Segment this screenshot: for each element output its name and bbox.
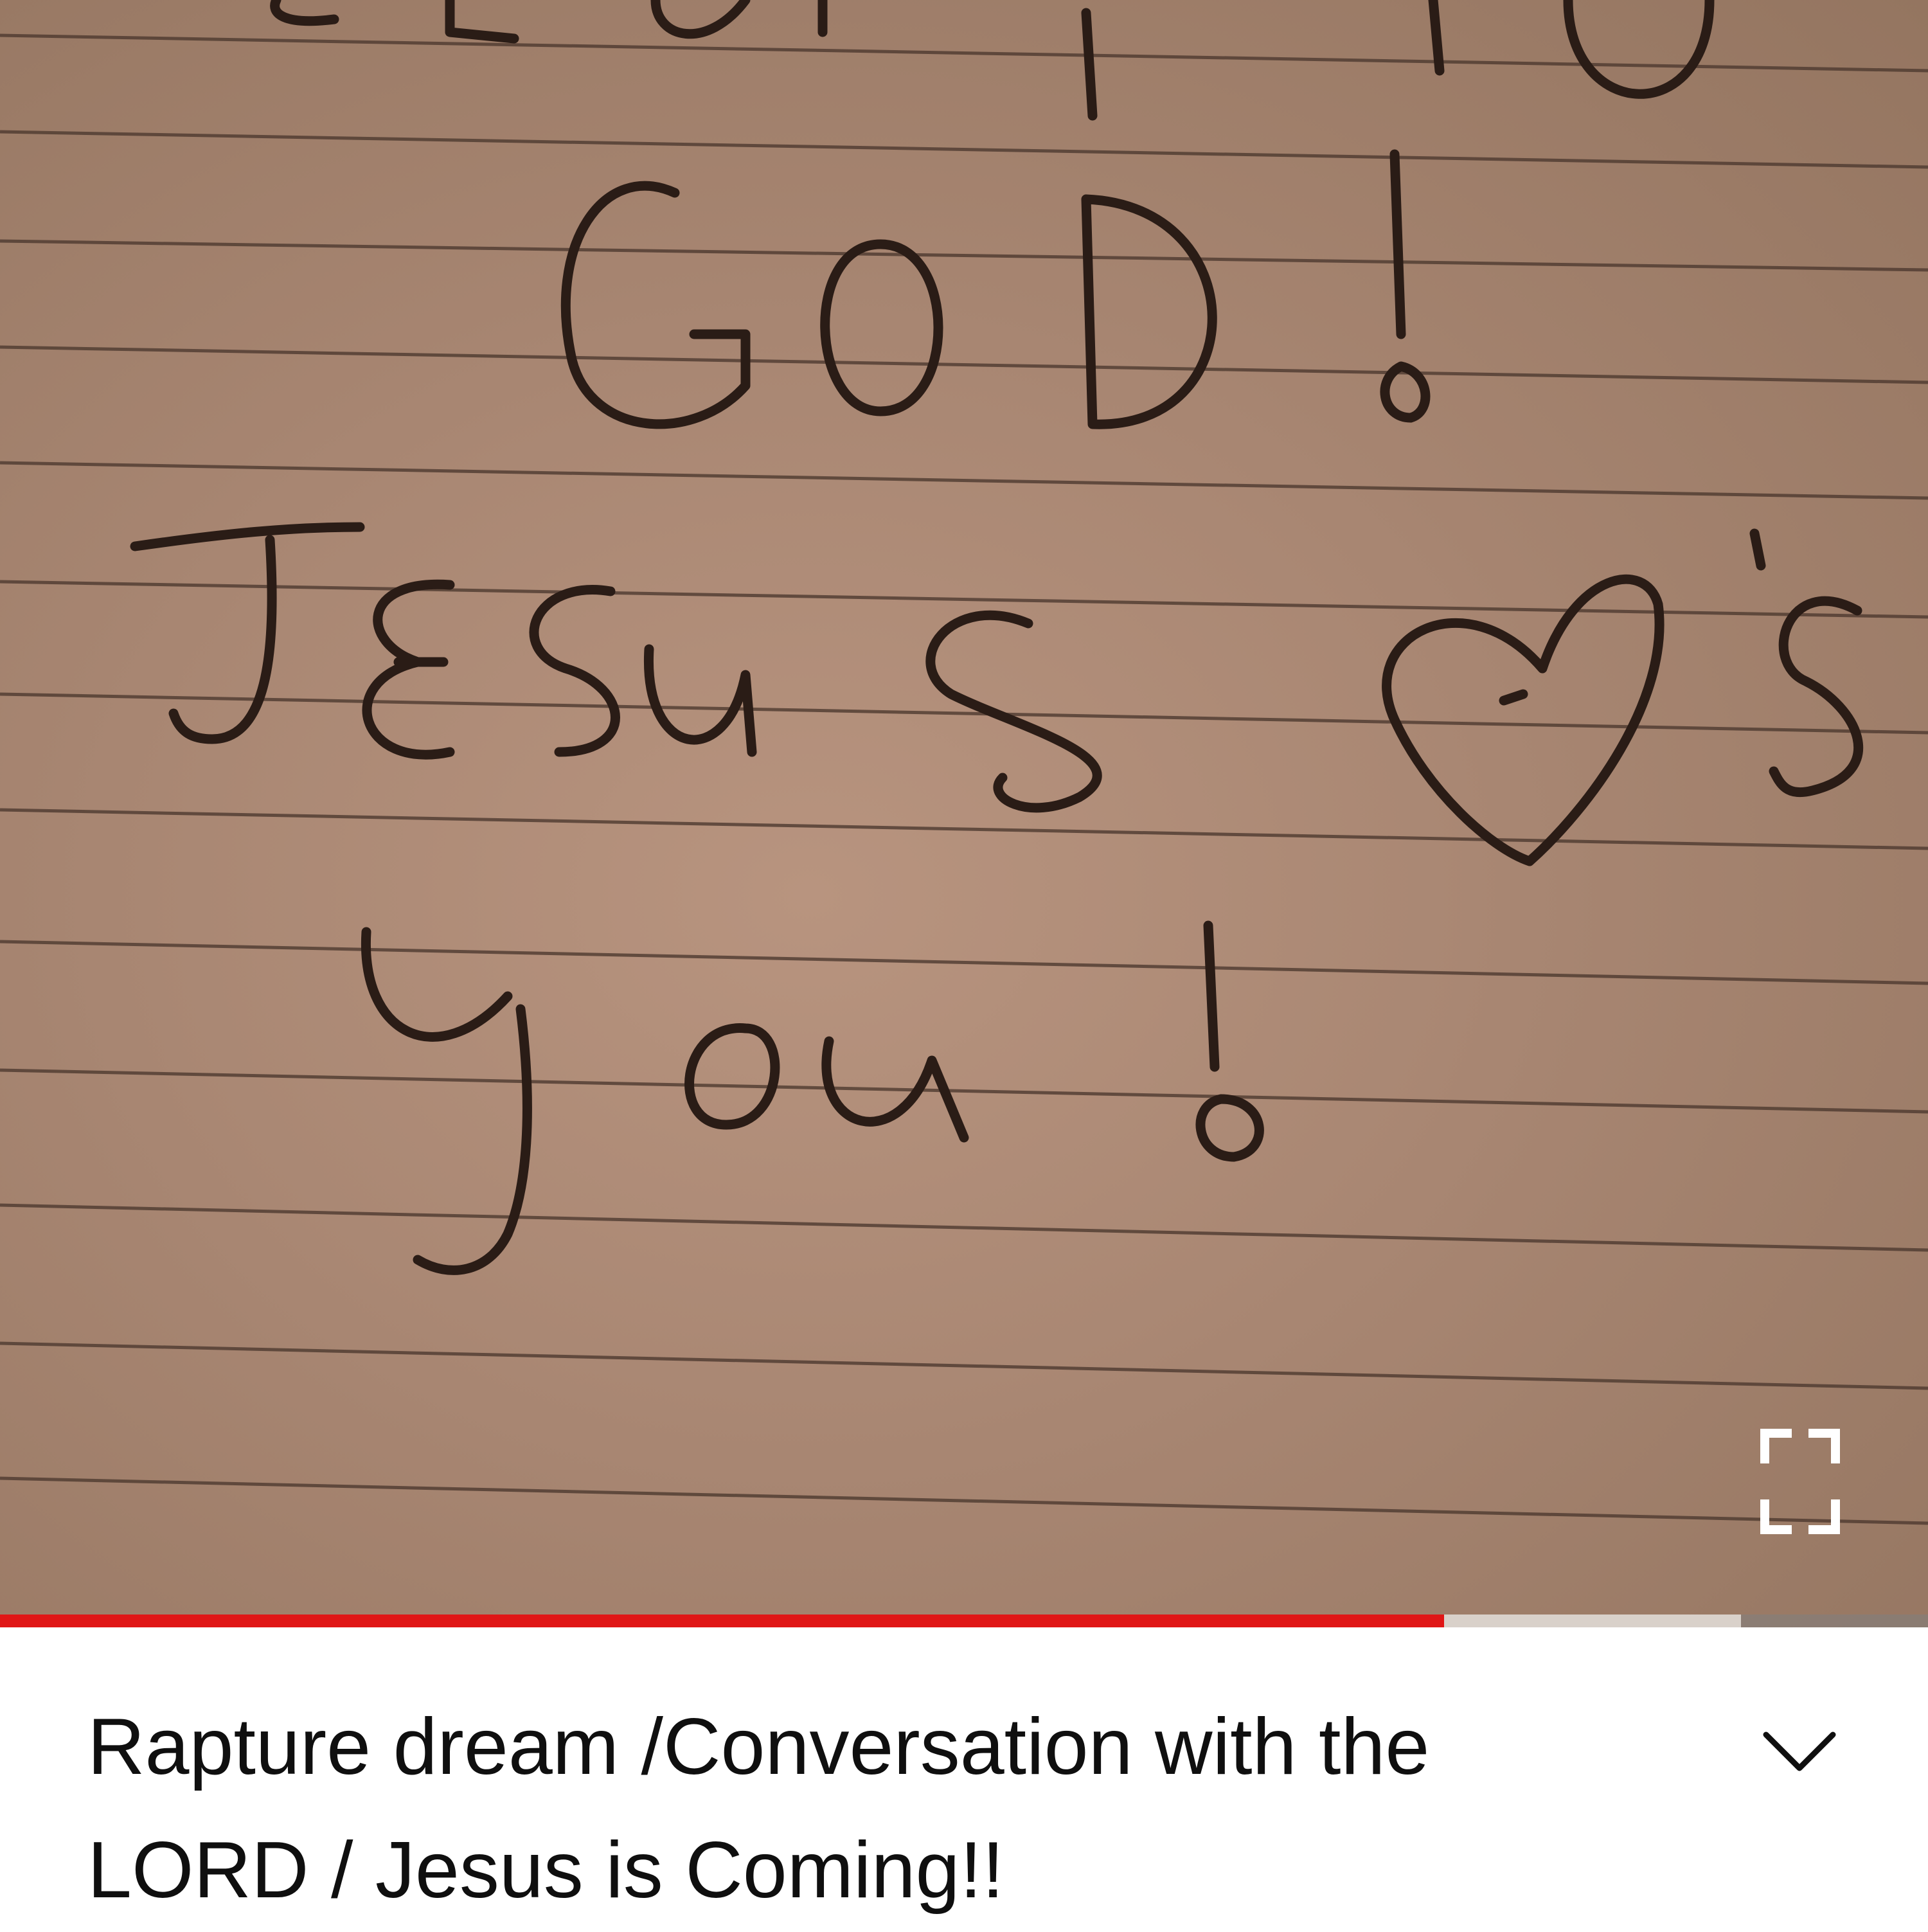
fullscreen-button[interactable] bbox=[1747, 1422, 1853, 1541]
fullscreen-icon bbox=[1760, 1429, 1840, 1534]
expand-description-button[interactable] bbox=[1748, 1711, 1851, 1794]
video-title[interactable]: Rapture dream /Conversation with the LOR… bbox=[87, 1685, 1630, 1932]
video-frame bbox=[0, 0, 1928, 1525]
video-info-panel: Rapture dream /Conversation with the LOR… bbox=[0, 1627, 1928, 1928]
ruled-lines bbox=[0, 33, 1928, 1525]
chevron-down-icon bbox=[1763, 1731, 1836, 1771]
progress-played bbox=[0, 1614, 1444, 1627]
video-player[interactable] bbox=[0, 0, 1928, 1627]
progress-bar[interactable] bbox=[0, 1614, 1928, 1627]
